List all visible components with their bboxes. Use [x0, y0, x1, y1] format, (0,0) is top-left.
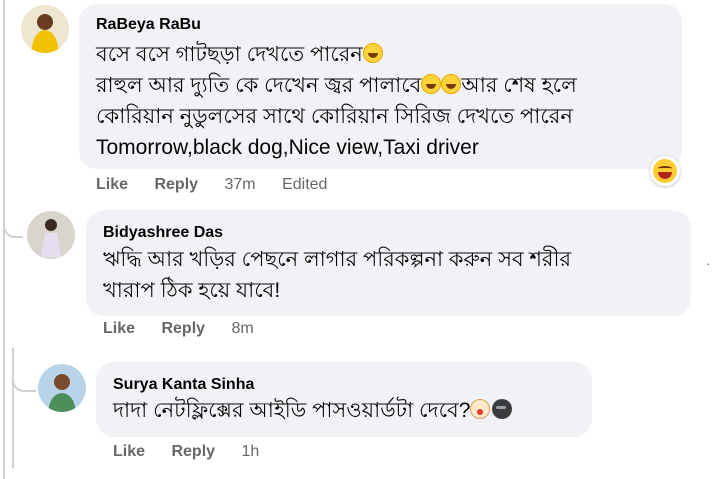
- comment-timestamp[interactable]: 8m: [232, 320, 254, 337]
- comment-line: দাদা নেটফ্লিক্সের আইডি পাসওয়ার্ডটা দেবে…: [113, 399, 471, 422]
- comment-text: দাদা নেটফ্লিক্সের আইডি পাসওয়ার্ডটা দেবে…: [113, 395, 593, 426]
- dark-face-emoji-icon: [492, 399, 513, 419]
- comment-line: আর শেষ হলে: [461, 74, 577, 97]
- avatar-image: [21, 5, 69, 53]
- comment-bubble: Surya Kanta Sinha দাদা নেটফ্লিক্সের আইডি…: [96, 362, 592, 437]
- more-options-icon[interactable]: ·: [706, 255, 711, 271]
- comment-actions: Like Reply 1h: [113, 443, 281, 461]
- laughing-emoji-icon: [362, 43, 383, 63]
- reply-button[interactable]: Reply: [171, 443, 215, 460]
- comment-text: ঋদ্ধি আর খড়ির পেছনে লাগার পরিকল্পনা করু…: [103, 244, 693, 306]
- laughing-reaction-icon: [653, 159, 677, 183]
- comment-author[interactable]: RaBeya RaBu: [96, 16, 201, 34]
- comment-line: Tomorrow,black dog,Nice view,Taxi driver: [96, 136, 479, 159]
- avatar[interactable]: [21, 5, 69, 53]
- reaction-badge[interactable]: [650, 156, 680, 186]
- comment-line: রাহুল আর দ্যুতি কে দেখেন জ্বর পালাবে: [96, 74, 422, 97]
- thread-branch: [3, 196, 23, 238]
- reply-button[interactable]: Reply: [154, 176, 198, 193]
- comment-line: বসে বসে গাটছড়া দেখতে পারেন: [96, 43, 363, 66]
- avatar[interactable]: [38, 364, 86, 412]
- comment-actions: Like Reply 8m: [103, 320, 276, 338]
- avatar-image: [27, 211, 75, 259]
- comment-line: ঋদ্ধি আর খড়ির পেছনে লাগার পরিকল্পনা করু…: [103, 248, 572, 271]
- edited-label: Edited: [282, 176, 328, 193]
- comment-line: কোরিয়ান নুডুলসের সাথে কোরিয়ান সিরিজ দে…: [96, 105, 573, 128]
- laughing-emoji-icon: [421, 74, 442, 94]
- avatar[interactable]: [27, 211, 75, 259]
- laughing-emoji-icon: [441, 74, 462, 94]
- thread-branch: [12, 350, 36, 392]
- comment-author[interactable]: Bidyashree Das: [103, 224, 223, 242]
- comment-author[interactable]: Surya Kanta Sinha: [113, 376, 254, 394]
- like-button[interactable]: Like: [96, 176, 128, 193]
- avatar-image: [38, 364, 86, 412]
- comment-timestamp[interactable]: 1h: [242, 443, 260, 460]
- thread-line: [3, 0, 5, 479]
- comment-bubble: RaBeya RaBu বসে বসে গাটছড়া দেখতে পারেন …: [79, 4, 682, 169]
- comment-actions: Like Reply 37m Edited: [96, 176, 349, 194]
- comment-timestamp[interactable]: 37m: [225, 176, 256, 193]
- clown-emoji-icon: [470, 399, 491, 419]
- comment-text: বসে বসে গাটছড়া দেখতে পারেন রাহুল আর দ্য…: [96, 39, 686, 163]
- like-button[interactable]: Like: [103, 320, 135, 337]
- like-button[interactable]: Like: [113, 443, 145, 460]
- comment-bubble: Bidyashree Das ঋদ্ধি আর খড়ির পেছনে লাগা…: [86, 210, 691, 316]
- reply-button[interactable]: Reply: [161, 320, 205, 337]
- comment-line: খারাপ ঠিক হয়ে যাবে!: [103, 279, 281, 302]
